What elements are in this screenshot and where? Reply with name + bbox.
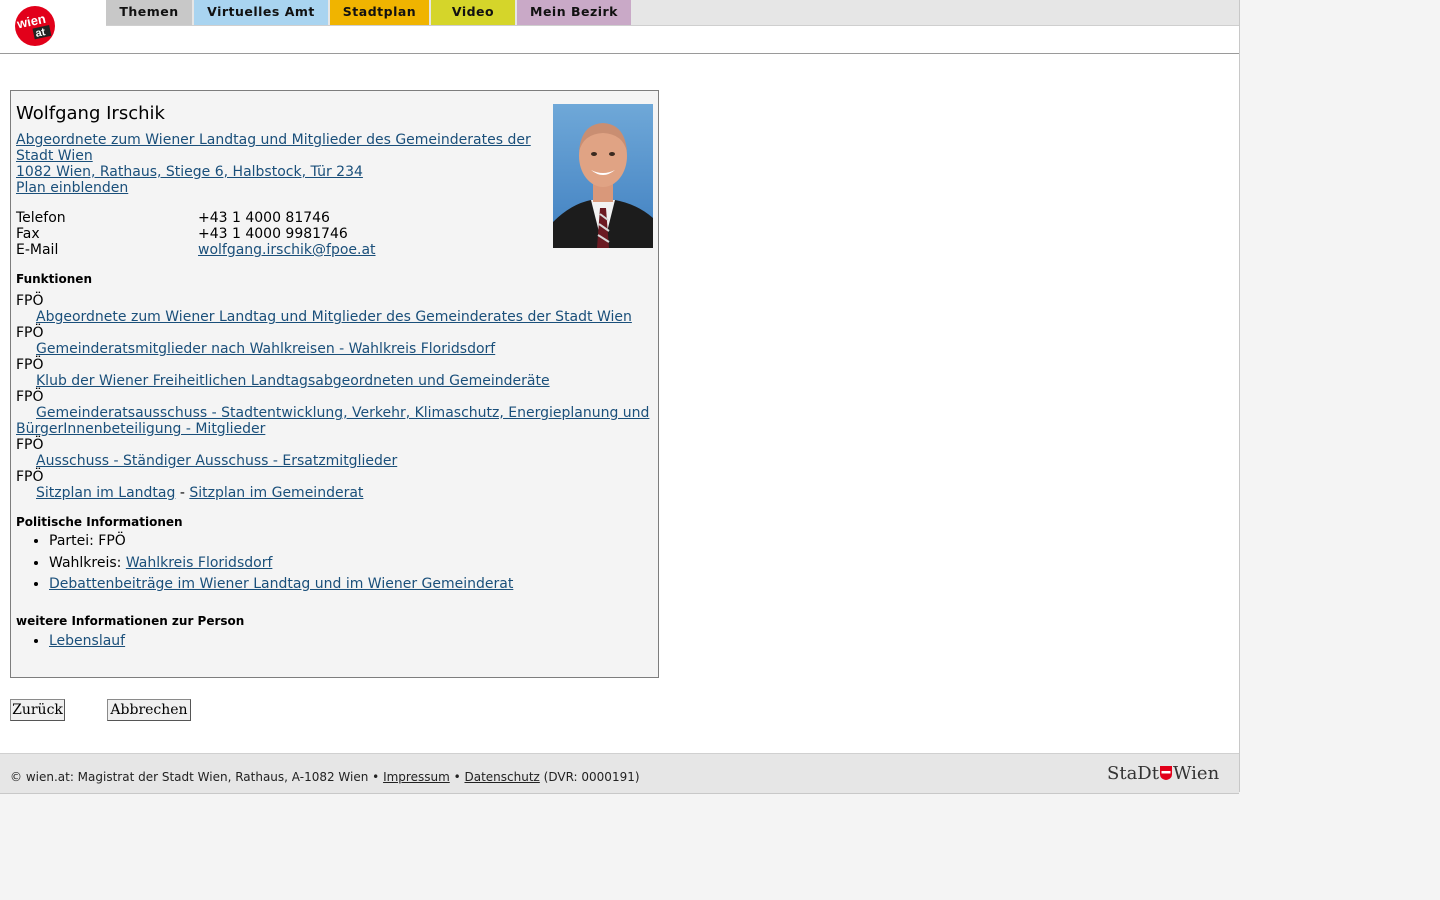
person-photo: [553, 104, 653, 248]
footer-dvr: (DVR: 0000191): [539, 770, 640, 784]
functions-heading: Funktionen: [16, 272, 92, 286]
vienna-shield-icon: [1159, 766, 1172, 780]
person-detail-box: Wolfgang Irschik Abgeordnete zum Wiener …: [10, 90, 659, 678]
party-label: FPÖ: [16, 389, 44, 405]
party-label: FPÖ: [16, 437, 44, 453]
contact-label-fax: Fax: [16, 226, 40, 242]
email-link[interactable]: wolfgang.irschik@fpoe.at: [198, 242, 376, 258]
seating-plan-gemeinderat-link[interactable]: Sitzplan im Gemeinderat: [189, 485, 363, 501]
org-link-line1[interactable]: Abgeordnete zum Wiener Landtag und Mitgl…: [16, 132, 531, 148]
contact-value-fax: +43 1 4000 9981746: [198, 226, 348, 242]
back-button[interactable]: Zurück: [10, 699, 65, 721]
plan-link[interactable]: Plan einblenden: [16, 180, 128, 196]
org-link-line2[interactable]: Stadt Wien: [16, 148, 93, 164]
function-link-staendiger-ausschuss[interactable]: Ausschuss - Ständiger Ausschuss - Ersatz…: [36, 453, 397, 469]
stadt-wien-logo-right: Wien: [1172, 763, 1220, 784]
footer-text: © wien.at: Magistrat der Stadt Wien, Rat…: [10, 770, 640, 784]
function-link-ausschuss-line1[interactable]: Gemeinderatsausschuss - Stadtentwicklung…: [36, 405, 649, 421]
more-info-heading: weitere Informationen zur Person: [16, 614, 245, 628]
more-info-list: Lebenslauf: [16, 631, 125, 653]
debates-link[interactable]: Debattenbeiträge im Wiener Landtag und i…: [49, 576, 513, 592]
party-label: FPÖ: [16, 469, 44, 485]
function-link-klub[interactable]: Klub der Wiener Freiheitlichen Landtagsa…: [36, 373, 550, 389]
function-link-ausschuss-line2[interactable]: BürgerInnenbeteiligung - Mitglieder: [16, 421, 265, 437]
seating-plan-landtag-link[interactable]: Sitzplan im Landtag: [36, 485, 175, 501]
footer: © wien.at: Magistrat der Stadt Wien, Rat…: [0, 753, 1239, 794]
list-item-debates: Debattenbeiträge im Wiener Landtag und i…: [49, 574, 513, 596]
list-item-cv: Lebenslauf: [49, 631, 125, 653]
seating-plan-row: Sitzplan im Landtag - Sitzplan im Gemein…: [36, 485, 363, 501]
seating-plan-separator: -: [175, 485, 190, 501]
tab-mein-bezirk[interactable]: Mein Bezirk: [517, 0, 631, 25]
party-label: FPÖ: [16, 325, 44, 341]
tab-virtuelles-amt[interactable]: Virtuelles Amt: [194, 0, 328, 25]
stadt-wien-logo-left: StaDt: [1107, 763, 1159, 784]
district-label: Wahlkreis:: [49, 554, 126, 571]
footer-separator: •: [449, 770, 465, 784]
tab-stadtplan[interactable]: Stadtplan: [330, 0, 429, 25]
political-info-heading: Politische Informationen: [16, 515, 183, 529]
main-navigation: Themen Virtuelles Amt Stadtplan Video Me…: [106, 0, 1239, 26]
contact-label-email: E-Mail: [16, 242, 59, 258]
contact-label-phone: Telefon: [16, 210, 66, 226]
page: wien at Themen Virtuelles Amt Stadtplan …: [0, 0, 1240, 794]
party-label: FPÖ: [16, 357, 44, 373]
function-link-wahlkreis[interactable]: Gemeinderatsmitglieder nach Wahlkreisen …: [36, 341, 495, 357]
tab-themen[interactable]: Themen: [106, 0, 192, 25]
address-link[interactable]: 1082 Wien, Rathaus, Stiege 6, Halbstock,…: [16, 164, 363, 180]
tab-video[interactable]: Video: [431, 0, 515, 25]
list-item-party: Partei: FPÖ: [49, 531, 513, 553]
district-link[interactable]: Wahlkreis Floridsdorf: [126, 555, 273, 571]
stadt-wien-logo[interactable]: StaDt Wien: [1107, 763, 1219, 784]
person-name: Wolfgang Irschik: [16, 103, 165, 124]
footer-copyright: © wien.at: Magistrat der Stadt Wien, Rat…: [10, 770, 384, 784]
list-item-district: Wahlkreis: Wahlkreis Floridsdorf: [49, 553, 513, 575]
wien-at-logo[interactable]: wien at: [14, 5, 56, 47]
cancel-button[interactable]: Abbrechen: [107, 699, 191, 721]
party-label: FPÖ: [16, 293, 44, 309]
datenschutz-link[interactable]: Datenschutz: [464, 770, 539, 784]
impressum-link[interactable]: Impressum: [383, 770, 450, 784]
function-link-landtag[interactable]: Abgeordnete zum Wiener Landtag und Mitgl…: [36, 309, 632, 325]
political-info-list: Partei: FPÖ Wahlkreis: Wahlkreis Florids…: [16, 531, 513, 596]
header: wien at Themen Virtuelles Amt Stadtplan …: [0, 0, 1239, 54]
contact-value-phone: +43 1 4000 81746: [198, 210, 330, 226]
cv-link[interactable]: Lebenslauf: [49, 633, 125, 649]
